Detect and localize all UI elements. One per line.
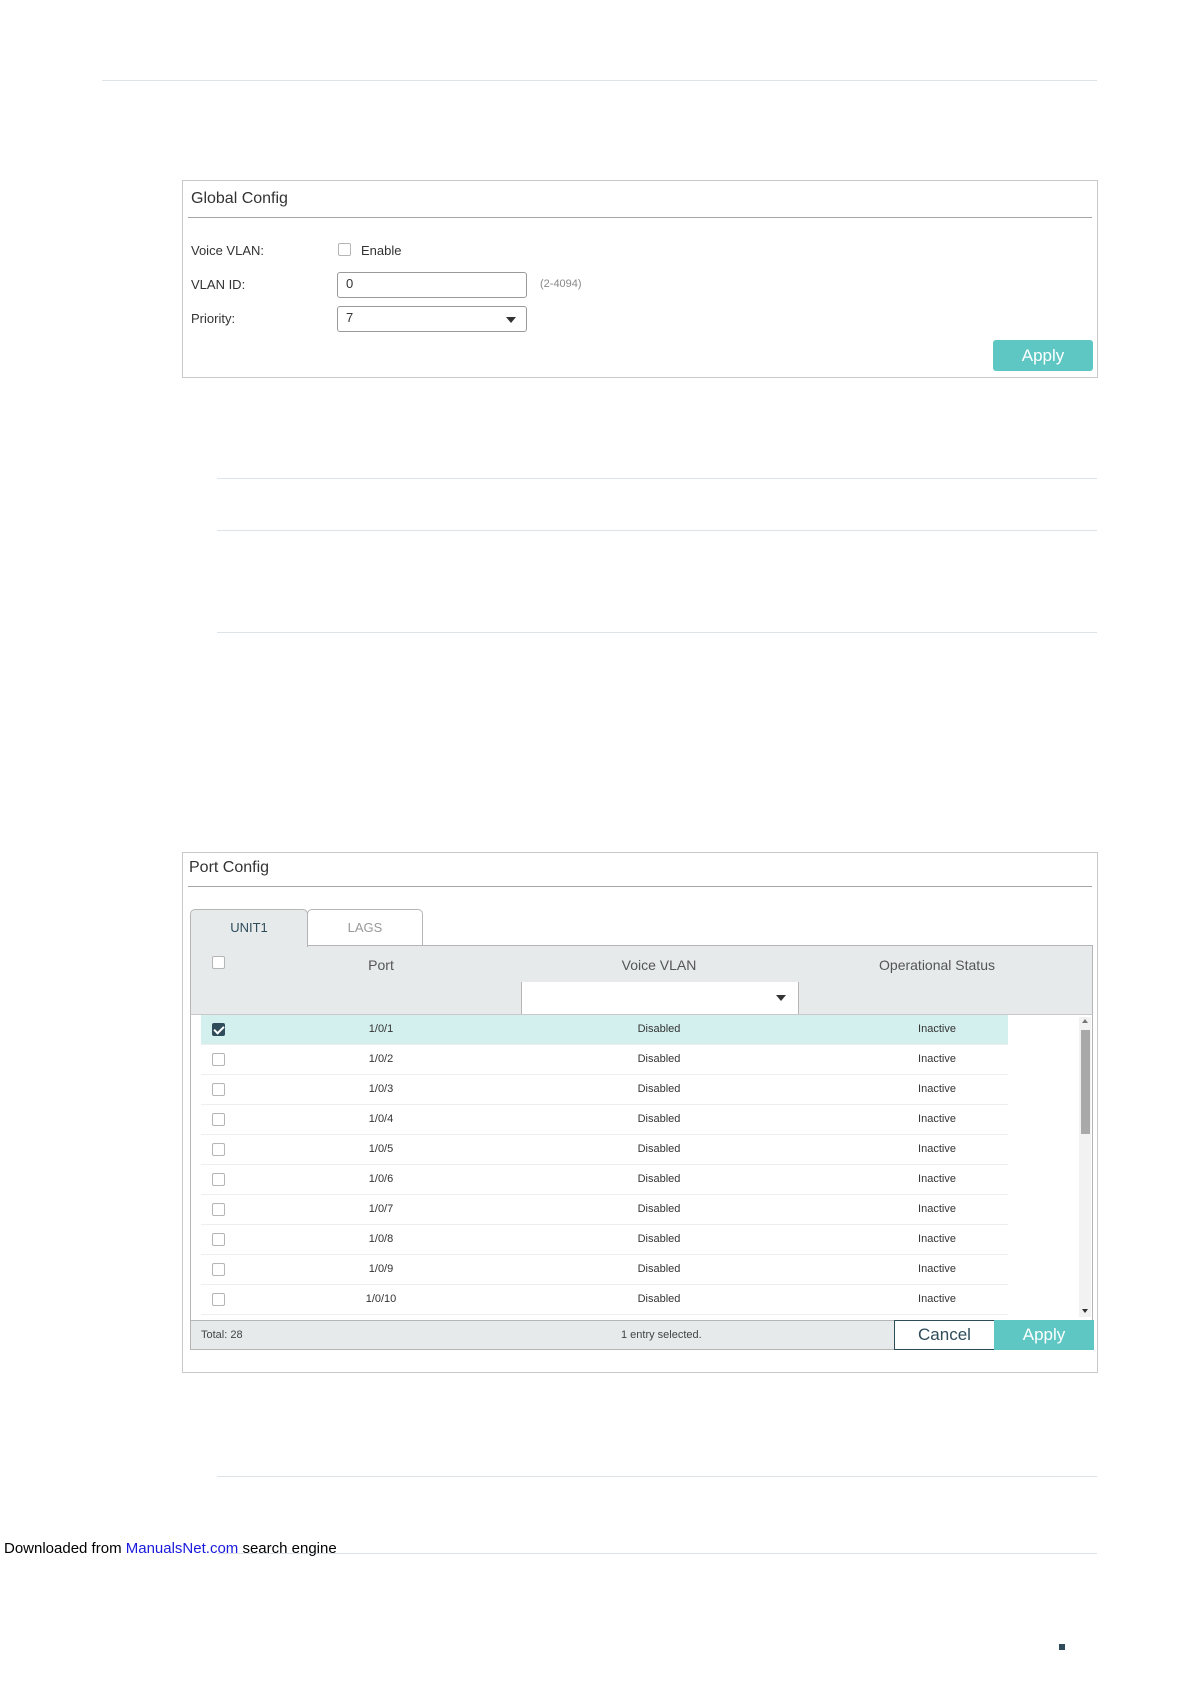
status-cell: Inactive: [918, 1053, 956, 1065]
table-footer: Total: 28 1 entry selected. Cancel Apply: [190, 1320, 1094, 1350]
total-count: Total: 28: [201, 1329, 243, 1341]
row-checkbox[interactable]: [212, 1083, 225, 1096]
column-header-operational-status[interactable]: Operational Status: [799, 957, 1075, 973]
tab-unit1[interactable]: UNIT1: [190, 909, 308, 947]
voice-vlan-cell: Disabled: [637, 1233, 681, 1245]
voice-vlan-cell: Disabled: [637, 1053, 681, 1065]
voice-vlan-cell: Disabled: [637, 1083, 681, 1095]
voice-vlan-cell: Disabled: [637, 1173, 681, 1185]
download-footer: Downloaded from ManualsNet.com search en…: [4, 1540, 337, 1557]
row-checkbox[interactable]: [212, 1113, 225, 1126]
scrollbar[interactable]: [1079, 1017, 1091, 1317]
port-cell: 1/0/3: [368, 1083, 394, 1095]
row-checkbox[interactable]: [212, 1263, 225, 1276]
table-row[interactable]: 1/0/8 Disabled Inactive: [201, 1225, 1008, 1255]
port-cell: 1/0/1: [368, 1023, 394, 1035]
scroll-down-icon[interactable]: [1082, 1309, 1088, 1313]
column-header-voice-vlan[interactable]: Voice VLAN: [521, 957, 797, 973]
row-checkbox[interactable]: [212, 1173, 225, 1186]
vlan-id-range-hint: (2-4094): [540, 278, 582, 290]
scrollbar-thumb[interactable]: [1081, 1030, 1090, 1134]
table-header: Port Voice VLAN Operational Status: [190, 945, 1093, 983]
voice-vlan-label: Voice VLAN:: [191, 243, 264, 258]
row-checkbox[interactable]: [212, 1233, 225, 1246]
download-suffix: search engine: [238, 1540, 337, 1557]
row-checkbox[interactable]: [212, 1023, 225, 1036]
status-cell: Inactive: [918, 1293, 956, 1305]
manualsnet-link[interactable]: ManualsNet.com: [126, 1540, 239, 1557]
table-row[interactable]: 1/0/5 Disabled Inactive: [201, 1135, 1008, 1165]
row-checkbox[interactable]: [212, 1203, 225, 1216]
panel-title: Port Config: [189, 859, 270, 876]
chevron-down-icon: [776, 995, 786, 1001]
voice-vlan-cell: Disabled: [637, 1113, 681, 1125]
voice-vlan-filter-select[interactable]: [521, 982, 799, 1014]
status-cell: Inactive: [918, 1113, 956, 1125]
table-row[interactable]: 1/0/6 Disabled Inactive: [201, 1165, 1008, 1195]
row-checkbox[interactable]: [212, 1143, 225, 1156]
vlan-id-input[interactable]: 0: [337, 272, 527, 298]
priority-label: Priority:: [191, 311, 236, 326]
voice-vlan-cell: Disabled: [637, 1263, 681, 1275]
port-cell: 1/0/10: [365, 1293, 397, 1305]
download-prefix: Downloaded from: [4, 1540, 126, 1557]
enable-checkbox[interactable]: [338, 243, 351, 256]
table-row[interactable]: 1/0/10 Disabled Inactive: [201, 1285, 1008, 1315]
panel-title: Global Config: [191, 190, 288, 207]
port-table-body: 1/0/1 Disabled Inactive 1/0/2 Disabled Inacti…: [190, 1015, 1093, 1321]
table-row[interactable]: 1/0/3 Disabled Inactive: [201, 1075, 1008, 1105]
port-cell: 1/0/2: [368, 1053, 394, 1065]
panel-title-rule: [188, 217, 1092, 218]
column-header-port[interactable]: Port: [291, 957, 471, 973]
row-checkbox[interactable]: [212, 1293, 225, 1306]
status-cell: Inactive: [918, 1203, 956, 1215]
port-cell: 1/0/9: [368, 1263, 394, 1275]
status-cell: Inactive: [918, 1083, 956, 1095]
port-cell: 1/0/4: [368, 1113, 394, 1125]
divider: [217, 530, 1097, 531]
selection-count: 1 entry selected.: [621, 1329, 702, 1341]
cancel-button[interactable]: Cancel: [894, 1320, 995, 1350]
table-row[interactable]: 1/0/4 Disabled Inactive: [201, 1105, 1008, 1135]
apply-button[interactable]: Apply: [993, 340, 1093, 371]
top-divider: [102, 80, 1097, 81]
chevron-down-icon: [506, 317, 516, 323]
status-cell: Inactive: [918, 1023, 956, 1035]
scroll-up-icon[interactable]: [1082, 1019, 1088, 1023]
filter-row: [190, 982, 1093, 1015]
table-row[interactable]: 1/0/2 Disabled Inactive: [201, 1045, 1008, 1075]
port-cell: 1/0/5: [368, 1143, 394, 1155]
select-all-checkbox[interactable]: [212, 956, 225, 969]
voice-vlan-cell: Disabled: [637, 1143, 681, 1155]
voice-vlan-cell: Disabled: [637, 1023, 681, 1035]
port-config-panel: Port Config UNIT1 LAGS Port Voice VLAN O…: [182, 852, 1098, 1373]
table-row[interactable]: 1/0/9 Disabled Inactive: [201, 1255, 1008, 1285]
tab-lags[interactable]: LAGS: [307, 909, 423, 945]
voice-vlan-cell: Disabled: [637, 1203, 681, 1215]
status-cell: Inactive: [918, 1143, 956, 1155]
priority-select[interactable]: 7: [337, 306, 527, 332]
apply-button[interactable]: Apply: [994, 1320, 1094, 1350]
status-cell: Inactive: [918, 1233, 956, 1245]
page-marker: [1059, 1644, 1065, 1650]
divider: [217, 478, 1097, 479]
voice-vlan-cell: Disabled: [637, 1293, 681, 1305]
global-config-panel: Global Config Voice VLAN: Enable VLAN ID…: [182, 180, 1098, 378]
port-cell: 1/0/7: [368, 1203, 394, 1215]
port-cell: 1/0/6: [368, 1173, 394, 1185]
status-cell: Inactive: [918, 1263, 956, 1275]
port-cell: 1/0/8: [368, 1233, 394, 1245]
table-row[interactable]: 1/0/7 Disabled Inactive: [201, 1195, 1008, 1225]
row-checkbox[interactable]: [212, 1053, 225, 1066]
status-cell: Inactive: [918, 1173, 956, 1185]
divider: [217, 1553, 1097, 1554]
divider: [217, 1476, 1097, 1477]
divider: [217, 632, 1097, 633]
panel-title-rule: [188, 886, 1092, 887]
table-row[interactable]: 1/0/1 Disabled Inactive: [201, 1015, 1008, 1045]
priority-value: 7: [346, 310, 354, 325]
enable-label[interactable]: Enable: [361, 243, 401, 258]
vlan-id-label: VLAN ID:: [191, 277, 246, 292]
